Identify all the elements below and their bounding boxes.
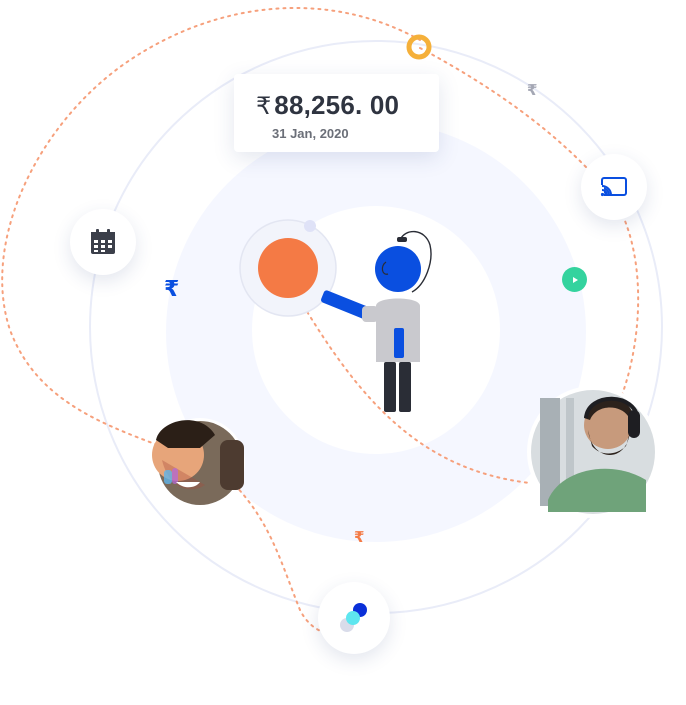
avatar-right [527,386,659,518]
rupee-grey: ₹ [527,81,538,99]
app-logo-badge[interactable] [318,582,390,654]
calendar-badge[interactable] [70,209,136,275]
cast-badge[interactable] [581,154,647,220]
app-logo-icon [340,603,367,632]
rupee-orange: ₹ [354,528,365,546]
cast-icon [600,177,627,197]
orange-orb [258,238,318,298]
price-amount: 88,256. 00 [274,90,400,120]
play-icon [572,276,578,283]
play-button[interactable] [562,267,587,292]
price-card: ₹ 88,256. 00 31 Jan, 2020 [234,74,439,152]
currency-symbol: ₹ [256,92,272,120]
price-row: ₹ 88,256. 00 [256,90,399,121]
small-lavender-dot [304,220,316,232]
avatar-left [152,418,245,508]
rupee-blue: ₹ [164,277,180,302]
calendar-icon [91,229,115,254]
price-date: 31 Jan, 2020 [272,126,349,141]
